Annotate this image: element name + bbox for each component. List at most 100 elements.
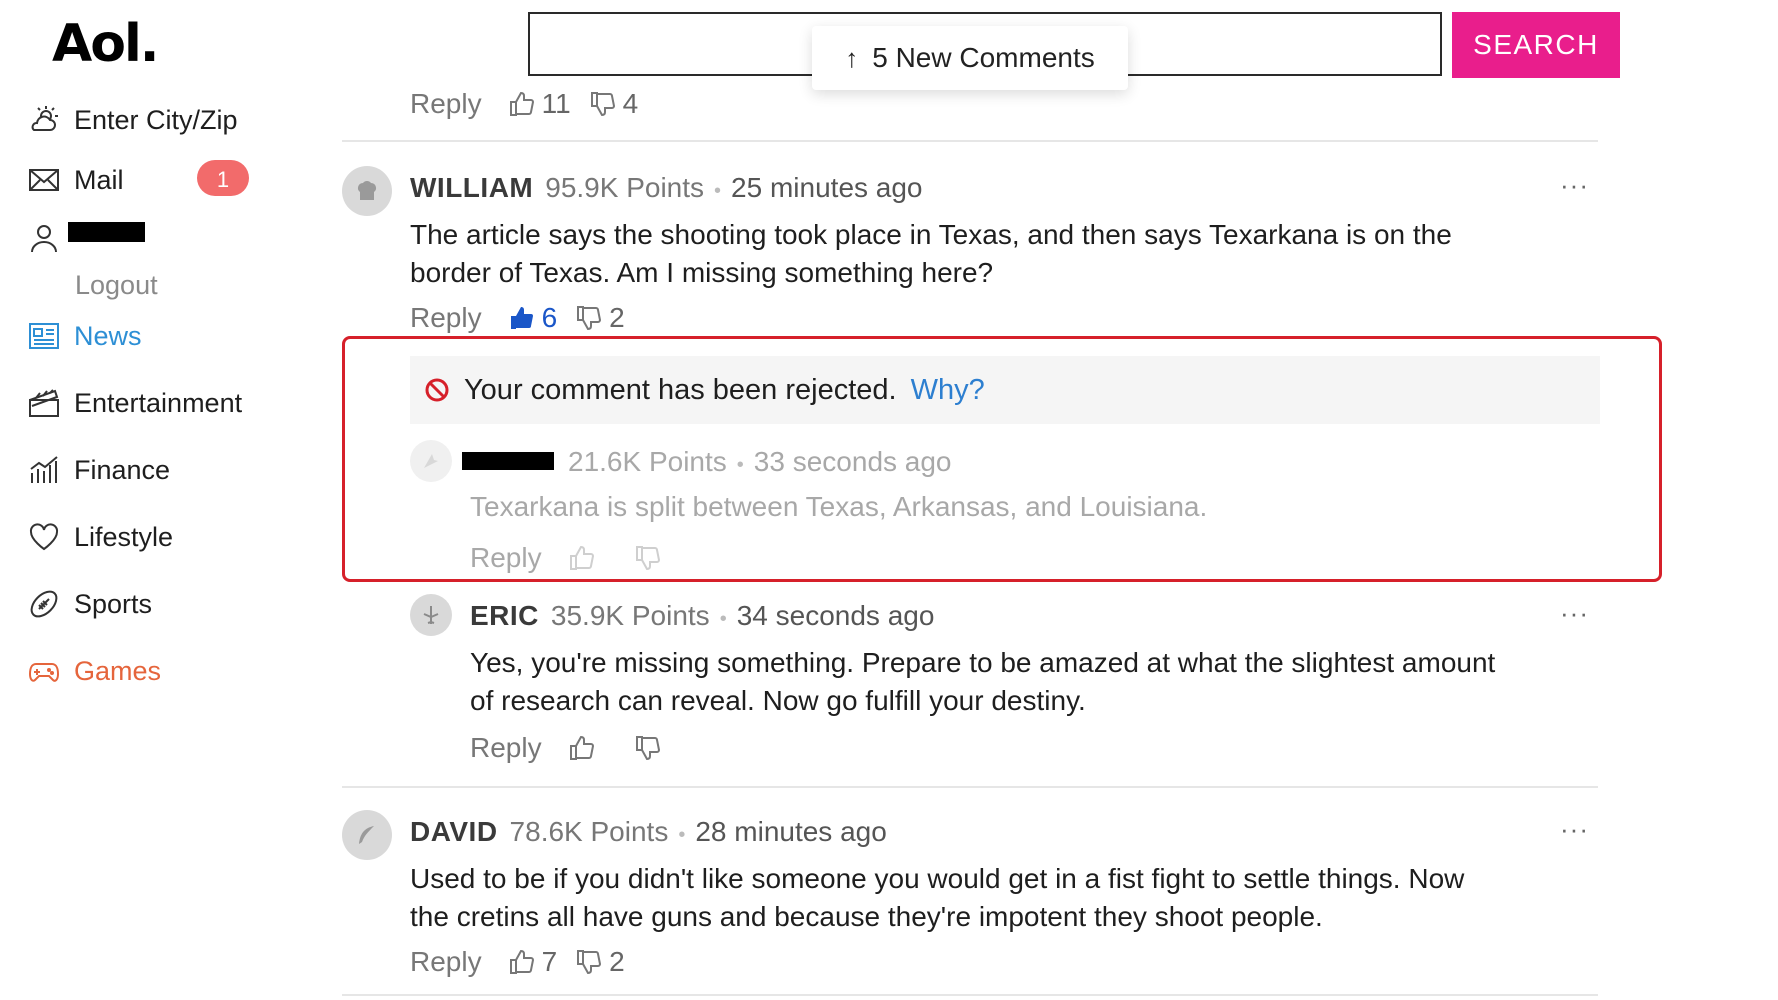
comment-line: Yes, you're missing something. Prepare t…: [470, 647, 1496, 678]
search-button[interactable]: SEARCH: [1452, 12, 1620, 78]
feather-icon: [359, 826, 374, 844]
thumbs-down-icon: [575, 948, 609, 976]
avatar[interactable]: [410, 594, 452, 636]
weather-location[interactable]: Enter City/Zip: [26, 100, 238, 140]
like-count: 11: [541, 88, 571, 119]
sidebar-item-label: Finance: [74, 454, 171, 485]
sidebar-item-label: Lifestyle: [74, 521, 174, 552]
author-points: 95.9K Points: [545, 172, 705, 203]
airplane-icon: [423, 606, 439, 624]
comment-time: 28 minutes ago: [695, 816, 887, 847]
comment-text: Used to be if you didn't like someone yo…: [410, 860, 1464, 936]
thumbs-up-icon: [508, 948, 542, 976]
thumbs-down-icon: [575, 304, 609, 332]
separator-dot: •: [714, 180, 722, 202]
thumbs-up-icon: [568, 734, 602, 762]
mail-icon: [26, 162, 62, 198]
sidebar-item-finance[interactable]: Finance: [26, 450, 170, 490]
sidebar-item-label: Games: [74, 655, 162, 686]
sidebar-item-label: News: [74, 320, 142, 351]
like-button[interactable]: 11: [508, 88, 571, 120]
like-button[interactable]: [568, 734, 602, 762]
comment-text: The article says the shooting took place…: [410, 216, 1452, 292]
more-options-icon[interactable]: ···: [1560, 598, 1589, 629]
thumbs-down-icon: [589, 90, 623, 118]
redacted-author: [462, 452, 554, 470]
comment-divider: [342, 786, 1598, 788]
author-points: 78.6K Points: [509, 816, 669, 847]
comment-actions: Reply: [470, 732, 686, 764]
avatar: [410, 440, 452, 482]
aol-logo[interactable]: Aol.: [52, 14, 160, 74]
reply-button[interactable]: Reply: [410, 88, 482, 120]
author-name[interactable]: WILLIAM: [410, 172, 533, 204]
dislike-button[interactable]: 4: [589, 88, 639, 120]
comment-meta: DAVID 78.6K Points • 28 minutes ago: [410, 816, 887, 848]
dislike-button[interactable]: [634, 734, 668, 762]
dislike-button: [634, 544, 668, 572]
comment-line: The article says the shooting took place…: [410, 219, 1452, 250]
bird-icon: [424, 454, 438, 468]
author-name[interactable]: ERIC: [470, 600, 539, 632]
weather-icon: [26, 102, 62, 138]
user-icon: [26, 220, 62, 256]
sidebar-item-mail[interactable]: Mail: [26, 160, 124, 200]
comment-actions: Reply 6 2: [410, 302, 643, 334]
comment-line: the cretins all have guns and because th…: [410, 901, 1323, 932]
comment-actions: Reply: [470, 542, 686, 574]
more-options-icon[interactable]: ···: [1560, 170, 1589, 201]
comment-time: 34 seconds ago: [736, 600, 935, 631]
logout-link[interactable]: Logout: [75, 270, 158, 301]
author-points: 21.6K Points: [568, 446, 727, 477]
comment-line: border of Texas. Am I missing something …: [410, 257, 994, 288]
reply-button: Reply: [470, 542, 542, 573]
like-count: 7: [541, 946, 558, 977]
mail-count-badge: 1: [197, 160, 249, 196]
separator-dot: •: [736, 454, 744, 476]
reply-button[interactable]: Reply: [470, 732, 542, 764]
sidebar-item-news[interactable]: News: [26, 316, 142, 356]
author-points: 35.9K Points: [550, 600, 710, 631]
like-button[interactable]: 7: [508, 946, 558, 978]
author-name[interactable]: DAVID: [410, 816, 498, 848]
why-link[interactable]: Why?: [911, 374, 985, 407]
thumbs-up-icon: [568, 544, 602, 572]
avatar[interactable]: [342, 810, 392, 860]
dislike-button[interactable]: 2: [575, 946, 625, 978]
sidebar-item-sports[interactable]: Sports: [26, 584, 152, 624]
dislike-button[interactable]: 2: [575, 302, 625, 334]
comment-meta: 21.6K Points • 33 seconds ago: [568, 446, 952, 478]
reply-button[interactable]: Reply: [410, 946, 482, 978]
arrow-up-icon: ↑: [845, 42, 859, 73]
separator-dot: •: [719, 608, 727, 630]
gamepad-icon: [26, 653, 62, 689]
like-count: 6: [541, 302, 558, 333]
comment-divider: [342, 994, 1598, 996]
comment-text: Texarkana is split between Texas, Arkans…: [470, 491, 1208, 522]
weather-label: Enter City/Zip: [74, 104, 238, 135]
sidebar-item-lifestyle[interactable]: Lifestyle: [26, 517, 173, 557]
rejection-notice: Your comment has been rejected. Why?: [410, 356, 1600, 424]
dislike-count: 2: [609, 946, 625, 977]
comment-line: of research can reveal. Now go fulfill y…: [470, 685, 1086, 716]
redacted-username: [68, 222, 145, 242]
sidebar-item-games[interactable]: Games: [26, 651, 161, 691]
comment-time: 25 minutes ago: [731, 172, 923, 203]
dislike-count: 4: [622, 88, 639, 119]
sidebar-item-entertainment[interactable]: Entertainment: [26, 383, 242, 423]
comment-meta: WILLIAM 95.9K Points • 25 minutes ago: [410, 172, 923, 204]
comment-actions: Reply 7 2: [410, 946, 643, 978]
comment-actions: Reply 11 4: [410, 88, 656, 120]
user-account[interactable]: [26, 218, 74, 258]
football-icon: [26, 586, 62, 622]
new-comments-label: 5 New Comments: [872, 42, 1095, 73]
reply-button[interactable]: Reply: [410, 302, 482, 334]
like-button[interactable]: 6: [508, 302, 558, 334]
new-comments-button[interactable]: ↑ 5 New Comments: [812, 26, 1128, 90]
prohibited-icon: [424, 377, 450, 403]
comment-line: Used to be if you didn't like someone yo…: [410, 863, 1465, 894]
avatar[interactable]: [342, 166, 392, 216]
more-options-icon[interactable]: ···: [1560, 814, 1589, 845]
comment-meta: ERIC 35.9K Points • 34 seconds ago: [470, 600, 934, 632]
chart-icon: [26, 452, 62, 488]
